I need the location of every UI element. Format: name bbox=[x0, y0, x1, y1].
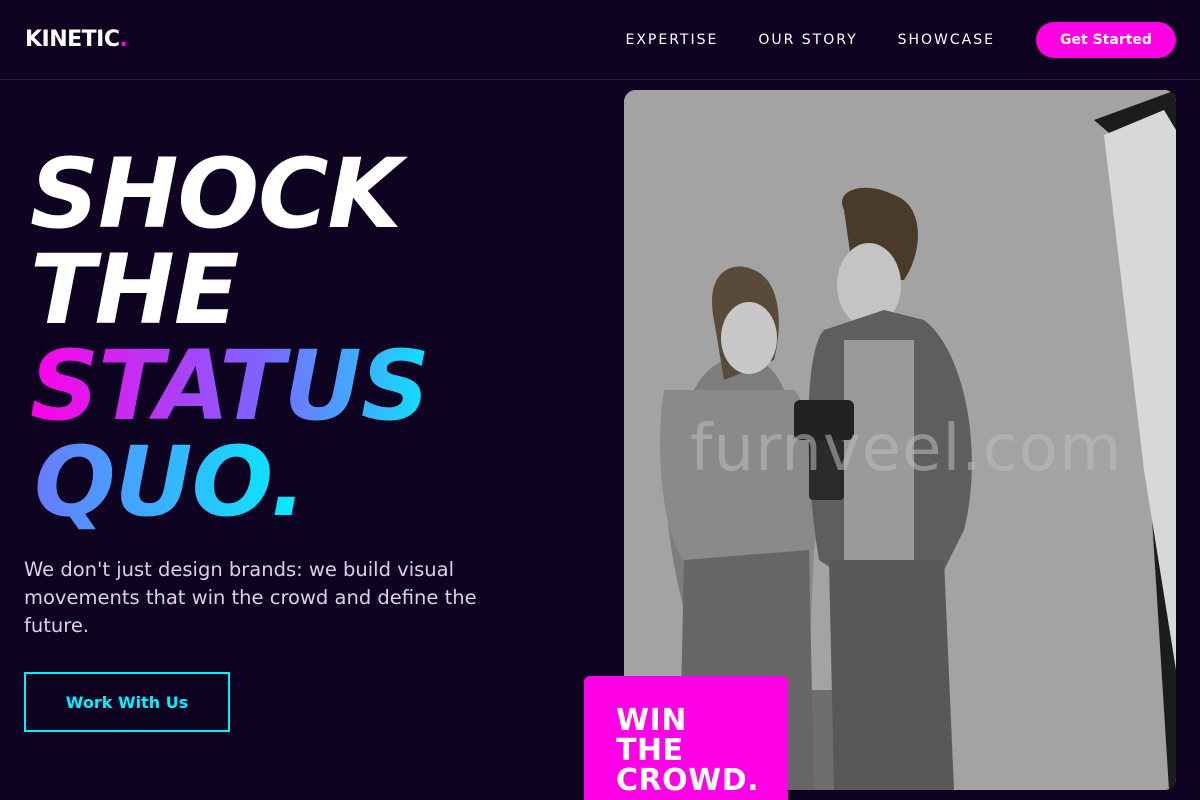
brand-logo[interactable]: KINETIC. bbox=[25, 27, 128, 52]
headline-line-1: SHOCK bbox=[30, 138, 402, 250]
badge-line-3: CROWD. bbox=[616, 763, 760, 798]
photo-watermark: furnveel.com bbox=[690, 412, 1123, 486]
headline-line-2: THE bbox=[30, 234, 239, 346]
nav-link-showcase[interactable]: SHOWCASE bbox=[898, 32, 995, 48]
headline-line-4: QUO. bbox=[30, 434, 429, 530]
win-the-crowd-badge: WIN THE CROWD. bbox=[584, 676, 788, 800]
badge-line-1: WIN bbox=[616, 703, 687, 738]
hero-headline: SHOCK THE STATUS QUO. bbox=[30, 138, 430, 530]
work-with-us-button[interactable]: Work With Us bbox=[24, 672, 230, 732]
nav-link-expertise[interactable]: EXPERTISE bbox=[625, 32, 718, 48]
hero-subtitle: We don't just design brands: we build vi… bbox=[24, 558, 477, 637]
headline-line-3: STATUS bbox=[30, 330, 430, 442]
nav-links: EXPERTISE OUR STORY SHOWCASE Get Started bbox=[625, 21, 1176, 58]
get-started-button[interactable]: Get Started bbox=[1036, 21, 1176, 58]
badge-line-2: THE bbox=[616, 733, 684, 768]
nav-link-our-story[interactable]: OUR STORY bbox=[758, 32, 857, 48]
top-nav: KINETIC. EXPERTISE OUR STORY SHOWCASE Ge… bbox=[0, 0, 1200, 80]
